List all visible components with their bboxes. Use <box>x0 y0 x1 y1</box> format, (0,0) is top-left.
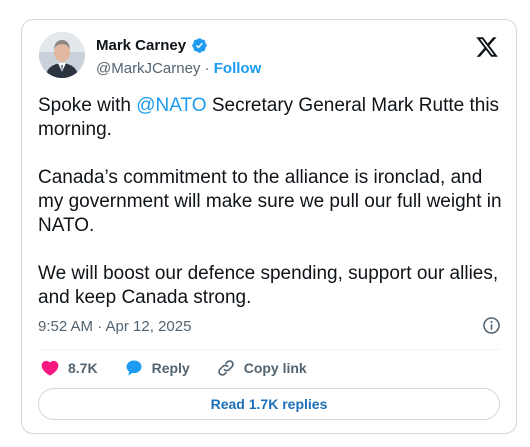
author-handle-row: @MarkJCarney · Follow <box>96 60 261 77</box>
link-icon <box>217 360 234 376</box>
reply-button[interactable]: Reply <box>124 358 190 378</box>
author-name-row: Mark Carney <box>96 37 208 54</box>
tweet-paragraph-2: Canada’s commitment to the alliance is i… <box>38 167 502 236</box>
avatar[interactable] <box>39 32 85 78</box>
follow-button[interactable]: Follow <box>214 60 262 77</box>
like-count: 8.7K <box>68 360 98 376</box>
read-replies-button[interactable]: Read 1.7K replies <box>38 388 500 420</box>
tweet-paragraph-3: We will boost our defence spending, supp… <box>38 263 499 308</box>
handle-separator: · <box>204 60 210 77</box>
verified-badge-icon <box>192 38 207 53</box>
mention-link[interactable]: @NATO <box>136 95 206 116</box>
copy-link-label: Copy link <box>243 360 307 376</box>
author-name[interactable]: Mark Carney <box>96 37 186 54</box>
tweet-timestamp[interactable]: 9:52 AM · Apr 12, 2025 <box>38 318 191 335</box>
author-handle[interactable]: @MarkJCarney <box>96 60 200 77</box>
copy-link-button[interactable]: Copy link <box>216 358 307 378</box>
heart-icon <box>41 360 59 376</box>
reply-label: Reply <box>151 360 190 376</box>
tweet-actions: 8.7K Reply Copy link <box>40 357 333 379</box>
tweet-paragraph-1: Spoke with @NATO Secretary General Mark … <box>38 94 508 142</box>
reply-bubble-icon <box>126 360 142 376</box>
avatar-image <box>39 32 85 78</box>
x-logo-icon[interactable] <box>475 35 499 59</box>
tweet-text-prefix: Spoke with <box>38 95 137 116</box>
like-button[interactable]: 8.7K <box>40 358 98 378</box>
divider <box>38 349 500 350</box>
tweet-text: Spoke with @NATO Secretary General Mark … <box>38 94 508 310</box>
info-icon[interactable] <box>482 316 501 335</box>
tweet-card: Mark Carney @MarkJCarney · Follow Spoke … <box>21 19 517 434</box>
